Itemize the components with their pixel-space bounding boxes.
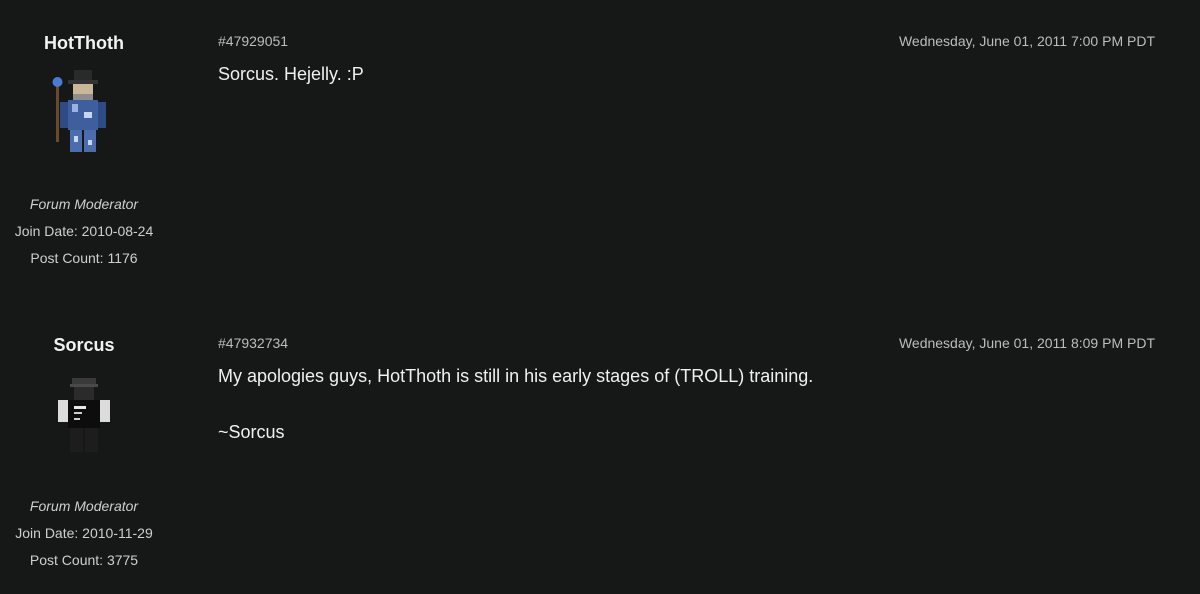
author-username[interactable]: Sorcus — [0, 335, 168, 356]
post-id[interactable]: #47932734 — [218, 335, 288, 351]
author-role: Forum Moderator — [29, 196, 139, 212]
black-shirt-avatar-icon[interactable] — [44, 370, 124, 460]
robed-wizard-avatar-icon[interactable] — [44, 68, 124, 158]
forum-post: Sorcus Forum Moderator Join Date: 2010-1… — [0, 302, 1200, 594]
author-role: Forum Moderator — [29, 498, 139, 514]
author-post-count: Post Count: 1176 — [30, 250, 138, 266]
author-username[interactable]: HotThoth — [0, 33, 168, 54]
post-timestamp: Wednesday, June 01, 2011 7:00 PM PDT — [898, 33, 1155, 49]
post-id[interactable]: #47929051 — [218, 33, 288, 49]
post-body-line — [218, 390, 1118, 418]
author-post-count: Post Count: 3775 — [29, 552, 139, 568]
post-body: My apologies guys, HotThoth is still in … — [218, 362, 1118, 446]
forum-thread: HotThoth Forum Moderator Join Date: 2010… — [0, 0, 1200, 594]
post-body: Sorcus. Hejelly. :P — [218, 60, 1118, 88]
forum-post: HotThoth Forum Moderator Join Date: 2010… — [0, 0, 1200, 300]
post-timestamp: Wednesday, June 01, 2011 8:09 PM PDT — [898, 335, 1155, 351]
author-join-date: Join Date: 2010-08-24 — [14, 223, 154, 239]
post-body-line: Sorcus. Hejelly. :P — [218, 64, 364, 84]
author-join-date: Join Date: 2010-11-29 — [15, 525, 153, 541]
post-body-line: My apologies guys, HotThoth is still in … — [218, 366, 814, 386]
post-body-line: ~Sorcus — [218, 422, 285, 442]
